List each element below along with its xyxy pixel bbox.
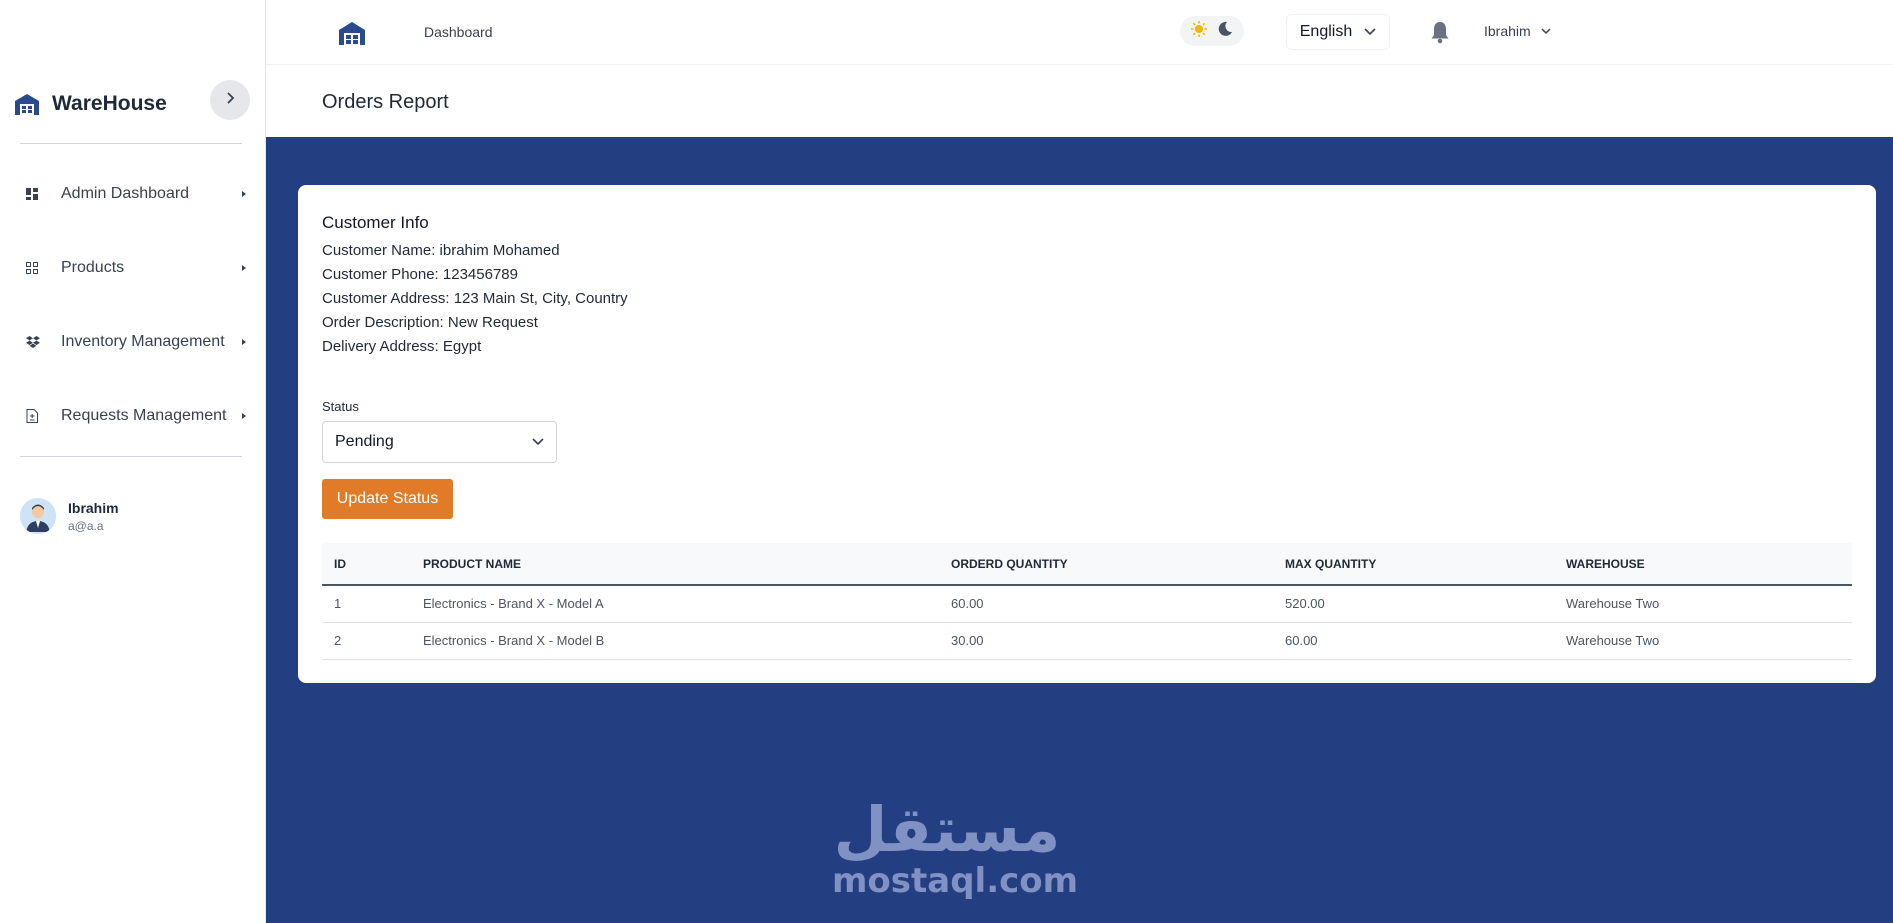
sidebar-item-label: Products: [61, 259, 125, 276]
order-items-table: ID PRODUCT NAME ORDERD QUANTITY MAX QUAN…: [322, 543, 1852, 660]
cell-ordered-quantity: 30.00: [939, 622, 1273, 660]
order-report-card: Customer Info Customer Name: ibrahim Moh…: [298, 185, 1876, 683]
notification-bell-icon[interactable]: [1429, 20, 1451, 44]
watermark-arabic-text: مستقل: [833, 793, 1061, 866]
sidebar-item-label: Inventory Management: [61, 333, 225, 350]
moon-icon[interactable]: [1217, 21, 1233, 42]
delivery-address: Delivery Address: Egypt: [322, 338, 482, 355]
sun-icon[interactable]: [1191, 20, 1207, 42]
warehouse-logo-icon: [14, 92, 40, 116]
language-label: English: [1299, 23, 1353, 40]
page-header: Orders Report: [266, 65, 1893, 137]
cell-product-name: Electronics - Brand X - Model A: [411, 585, 939, 623]
chevron-right-icon: [238, 264, 250, 272]
language-select[interactable]: English: [1286, 14, 1390, 50]
sidebar-item-inventory-management[interactable]: Inventory Management: [20, 324, 250, 360]
column-header-warehouse[interactable]: WAREHOUSE: [1554, 543, 1852, 586]
sidebar-item-requests-management[interactable]: Requests Management: [20, 398, 250, 434]
chevron-right-icon: [225, 91, 235, 109]
chevron-right-icon: [238, 412, 250, 420]
cell-warehouse: Warehouse Two: [1554, 622, 1852, 660]
table-row[interactable]: 1 Electronics - Brand X - Model A 60.00 …: [322, 585, 1852, 623]
update-status-button[interactable]: Update Status: [322, 479, 453, 519]
dashboard-icon: [20, 188, 48, 200]
column-header-max-quantity[interactable]: MAX QUANTITY: [1273, 543, 1554, 586]
customer-address: Customer Address: 123 Main St, City, Cou…: [322, 290, 628, 307]
sidebar-item-admin-dashboard[interactable]: Admin Dashboard: [20, 176, 250, 212]
warehouse-logo-icon[interactable]: [338, 20, 366, 46]
cell-warehouse: Warehouse Two: [1554, 585, 1852, 623]
grid-icon: [20, 262, 48, 274]
sidebar-item-label: Requests Management: [61, 407, 227, 424]
customer-phone: Customer Phone: 123456789: [322, 266, 518, 283]
brand-name: WareHouse: [52, 92, 167, 115]
watermark-latin-text: mostaql.com: [832, 861, 1079, 901]
status-select[interactable]: Pending: [322, 421, 557, 463]
sidebar-item-label: Admin Dashboard: [61, 185, 190, 202]
customer-info: Customer Name: ibrahim Mohamed Customer …: [322, 239, 628, 359]
sidebar-divider: [20, 143, 242, 144]
chevron-down-icon: [532, 433, 544, 451]
column-header-ordered-quantity[interactable]: ORDERD QUANTITY: [939, 543, 1273, 586]
cell-id: 1: [322, 585, 411, 623]
breadcrumb[interactable]: Dashboard: [424, 24, 493, 40]
cell-max-quantity: 520.00: [1273, 585, 1554, 623]
table-row[interactable]: 2 Electronics - Brand X - Model B 30.00 …: [322, 622, 1852, 660]
chevron-down-icon: [1364, 23, 1376, 41]
status-label: Status: [322, 399, 359, 414]
sidebar-toggle-button[interactable]: [210, 80, 250, 120]
avatar: [20, 498, 56, 534]
document-icon: [20, 409, 48, 423]
topbar: Dashboard English Ibrahim: [266, 0, 1893, 65]
sidebar-divider: [20, 456, 242, 457]
user-menu-name: Ibrahim: [1484, 23, 1531, 39]
sidebar-user-card[interactable]: Ibrahim a@a.a: [20, 498, 119, 534]
cell-max-quantity: 60.00: [1273, 622, 1554, 660]
mostaql-watermark: مستقل mostaql.com: [832, 793, 1079, 901]
order-description: Order Description: New Request: [322, 314, 538, 331]
customer-info-title: Customer Info: [322, 213, 429, 232]
customer-name: Customer Name: ibrahim Mohamed: [322, 242, 560, 259]
page-title: Orders Report: [322, 91, 449, 113]
theme-toggle[interactable]: [1180, 16, 1244, 46]
content-area: Customer Info Customer Name: ibrahim Moh…: [266, 137, 1893, 923]
cell-id: 2: [322, 622, 411, 660]
brand[interactable]: WareHouse: [14, 88, 167, 120]
cell-ordered-quantity: 60.00: [939, 585, 1273, 623]
cell-product-name: Electronics - Brand X - Model B: [411, 622, 939, 660]
user-name: Ibrahim: [68, 499, 119, 516]
chevron-right-icon: [238, 190, 250, 198]
sidebar-item-products[interactable]: Products: [20, 250, 250, 286]
dropbox-icon: [20, 336, 48, 348]
column-header-product-name[interactable]: PRODUCT NAME: [411, 543, 939, 586]
sidebar: WareHouse Admin Dashboard Products Inven…: [0, 0, 266, 923]
user-email: a@a.a: [68, 518, 104, 533]
table-header-row: ID PRODUCT NAME ORDERD QUANTITY MAX QUAN…: [322, 543, 1852, 586]
column-header-id[interactable]: ID: [322, 543, 411, 586]
status-selected-value: Pending: [335, 433, 394, 450]
chevron-right-icon: [238, 338, 250, 346]
chevron-down-icon: [1541, 22, 1551, 40]
user-menu[interactable]: Ibrahim: [1484, 22, 1551, 40]
